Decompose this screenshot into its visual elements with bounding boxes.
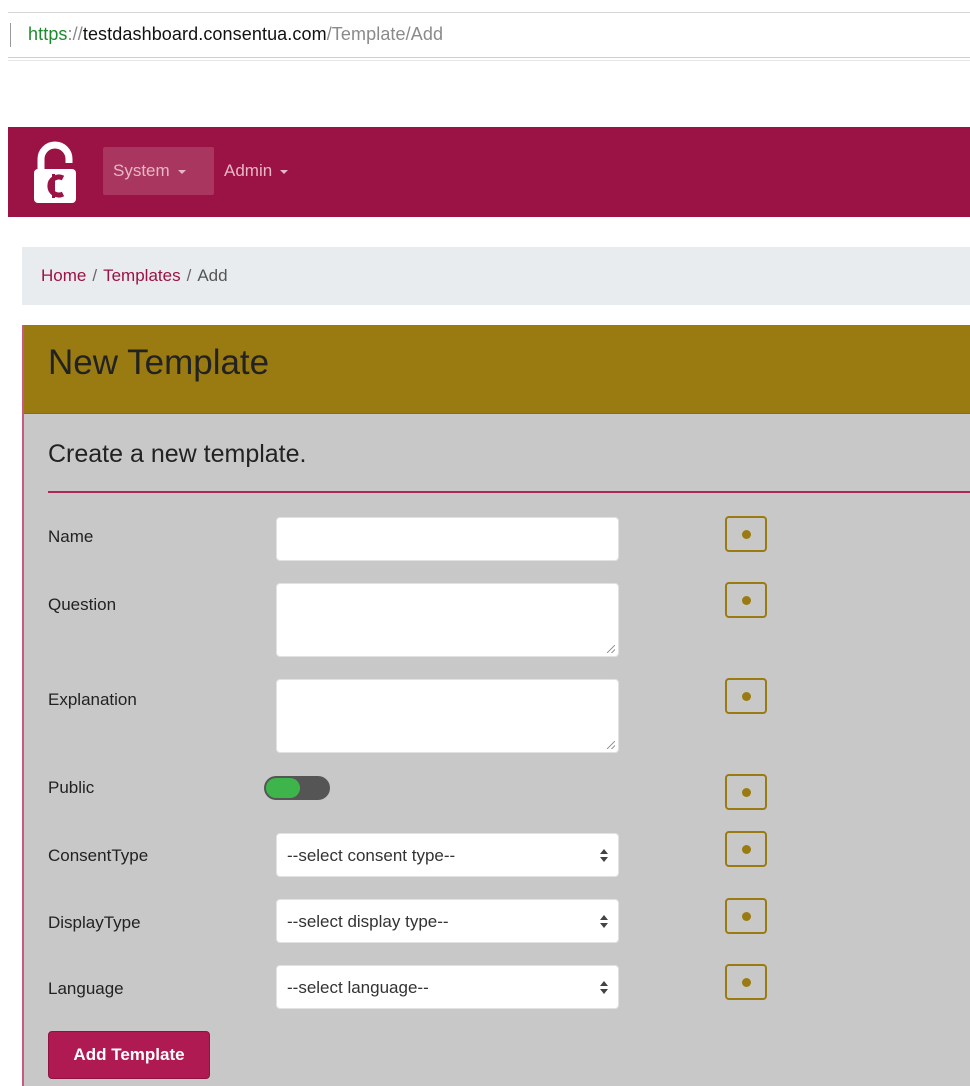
url-host: testdashboard.consentua.com xyxy=(82,24,327,44)
info-dot-icon xyxy=(742,788,751,797)
display-type-selected: --select display type-- xyxy=(287,912,449,931)
language-info-button[interactable] xyxy=(725,964,767,1000)
display-type-info-button[interactable] xyxy=(725,898,767,934)
add-template-button[interactable]: Add Template xyxy=(48,1031,210,1079)
name-input[interactable] xyxy=(276,517,619,561)
address-bar[interactable]: https://testdashboard.consentua.com/Temp… xyxy=(8,12,970,58)
consent-type-selected: --select consent type-- xyxy=(287,846,456,865)
nav-menu-system-label: System xyxy=(113,161,170,180)
info-dot-icon xyxy=(742,845,751,854)
language-select[interactable]: --select language-- xyxy=(276,965,619,1009)
breadcrumb-divider: / xyxy=(186,266,192,285)
info-dot-icon xyxy=(742,978,751,987)
language-label: Language xyxy=(48,979,124,998)
nav-menu-admin[interactable]: Admin xyxy=(224,147,289,195)
consent-type-label: ConsentType xyxy=(48,846,149,865)
card-subtitle: Create a new template. xyxy=(48,440,307,468)
url-path: /Template/Add xyxy=(326,24,444,44)
nav-menu-admin-label: Admin xyxy=(224,161,273,180)
public-label: Public xyxy=(48,778,95,797)
nav-menu-system[interactable]: System xyxy=(103,147,214,195)
info-dot-icon xyxy=(742,692,751,701)
page-title: New Template xyxy=(48,343,270,382)
select-arrows-icon xyxy=(600,915,608,929)
question-textarea[interactable] xyxy=(276,583,619,657)
card-header: New Template xyxy=(24,325,970,414)
resize-grip-icon[interactable] xyxy=(607,645,615,653)
display-type-select[interactable]: --select display type-- xyxy=(276,899,619,943)
display-type-label: DisplayType xyxy=(48,913,141,932)
breadcrumb-add: Add xyxy=(197,266,228,285)
language-selected: --select language-- xyxy=(287,978,429,997)
info-dot-icon xyxy=(742,596,751,605)
chevron-down-icon xyxy=(177,169,186,174)
breadcrumb-home[interactable]: Home xyxy=(41,266,86,285)
explanation-label: Explanation xyxy=(48,690,137,709)
toggle-knob xyxy=(266,778,300,798)
url-scheme: https xyxy=(28,24,68,44)
breadcrumb-divider: / xyxy=(92,266,98,285)
text-cursor xyxy=(10,23,11,47)
select-arrows-icon xyxy=(600,981,608,995)
select-arrows-icon xyxy=(600,849,608,863)
address-bar-shadow xyxy=(8,60,970,64)
name-info-button[interactable] xyxy=(725,516,767,552)
name-label: Name xyxy=(48,527,94,546)
public-info-button[interactable] xyxy=(725,774,767,810)
url-separator: :// xyxy=(67,24,83,44)
info-dot-icon xyxy=(742,530,751,539)
consent-type-select[interactable]: --select consent type-- xyxy=(276,833,619,877)
top-navbar: System Admin xyxy=(8,127,970,217)
question-label: Question xyxy=(48,595,117,614)
url-text[interactable]: https://testdashboard.consentua.com/Temp… xyxy=(28,24,443,45)
chevron-down-icon xyxy=(280,169,289,174)
explanation-textarea[interactable] xyxy=(276,679,619,753)
consent-type-info-button[interactable] xyxy=(725,831,767,867)
consentua-padlock-c-logo[interactable] xyxy=(30,141,80,205)
info-dot-icon xyxy=(742,912,751,921)
breadcrumb-templates[interactable]: Templates xyxy=(103,266,180,285)
section-divider xyxy=(48,491,970,493)
breadcrumb: Home / Templates / Add xyxy=(22,247,970,305)
public-toggle[interactable] xyxy=(264,776,330,800)
resize-grip-icon[interactable] xyxy=(607,741,615,749)
explanation-info-button[interactable] xyxy=(725,678,767,714)
new-template-card: New Template Create a new template. Name… xyxy=(22,325,970,1086)
question-info-button[interactable] xyxy=(725,582,767,618)
